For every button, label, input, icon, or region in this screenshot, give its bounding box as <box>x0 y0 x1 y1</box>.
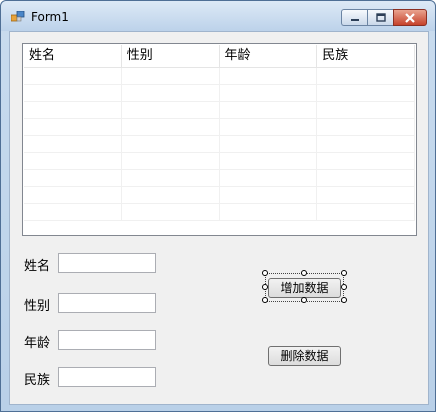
table-cell[interactable] <box>24 102 122 118</box>
table-cell[interactable] <box>122 136 220 152</box>
table-cell[interactable] <box>24 119 122 135</box>
resize-handle[interactable] <box>341 270 347 276</box>
table-row[interactable] <box>24 85 415 102</box>
table-row[interactable] <box>24 170 415 187</box>
table-cell[interactable] <box>317 187 415 203</box>
table-cell[interactable] <box>24 85 122 101</box>
age-label: 年龄 <box>24 336 51 351</box>
maximize-button[interactable] <box>367 9 393 26</box>
table-cell[interactable] <box>122 170 220 186</box>
table-cell[interactable] <box>24 170 122 186</box>
table-row[interactable] <box>24 102 415 119</box>
resize-handle[interactable] <box>341 297 347 303</box>
table-row[interactable] <box>24 136 415 153</box>
resize-handle[interactable] <box>262 297 268 303</box>
table-cell[interactable] <box>220 153 318 169</box>
table-cell[interactable] <box>317 68 415 84</box>
grid-rows <box>24 68 415 221</box>
column-header-name[interactable]: 姓名 <box>24 45 122 67</box>
table-cell[interactable] <box>24 68 122 84</box>
form1-window: Form1 姓名 性别 年龄 民族 姓名 性别 年龄 民族 增加数据 删除数据 <box>0 0 436 412</box>
table-cell[interactable] <box>317 119 415 135</box>
table-cell[interactable] <box>24 187 122 203</box>
minimize-icon <box>342 10 367 25</box>
name-label: 姓名 <box>24 259 51 274</box>
table-cell[interactable] <box>24 136 122 152</box>
form-client-area: 姓名 性别 年龄 民族 姓名 性别 年龄 民族 增加数据 删除数据 <box>9 31 429 405</box>
table-cell[interactable] <box>122 68 220 84</box>
table-cell[interactable] <box>220 187 318 203</box>
table-cell[interactable] <box>122 204 220 220</box>
data-grid-view[interactable]: 姓名 性别 年龄 民族 <box>22 43 417 236</box>
table-row[interactable] <box>24 68 415 85</box>
table-cell[interactable] <box>220 85 318 101</box>
table-cell[interactable] <box>122 187 220 203</box>
resize-handle[interactable] <box>262 270 268 276</box>
grid-header: 姓名 性别 年龄 民族 <box>24 45 415 68</box>
table-cell[interactable] <box>122 153 220 169</box>
resize-handle[interactable] <box>301 297 307 303</box>
maximize-icon <box>368 10 393 25</box>
table-cell[interactable] <box>317 85 415 101</box>
column-header-gender[interactable]: 性别 <box>122 45 220 67</box>
column-header-age[interactable]: 年龄 <box>220 45 318 67</box>
table-cell[interactable] <box>220 68 318 84</box>
ethnicity-input[interactable] <box>58 367 156 387</box>
ethnicity-label: 民族 <box>24 373 51 388</box>
table-cell[interactable] <box>317 102 415 118</box>
table-cell[interactable] <box>122 102 220 118</box>
close-button[interactable] <box>393 9 427 26</box>
title-bar[interactable]: Form1 <box>1 1 435 31</box>
minimize-button[interactable] <box>341 9 367 26</box>
table-cell[interactable] <box>317 204 415 220</box>
table-row[interactable] <box>24 204 415 221</box>
window-title: Form1 <box>31 10 69 24</box>
table-cell[interactable] <box>317 136 415 152</box>
table-cell[interactable] <box>317 170 415 186</box>
age-input[interactable] <box>58 330 156 350</box>
gender-label: 性别 <box>24 299 51 314</box>
close-icon <box>394 10 426 25</box>
table-cell[interactable] <box>122 85 220 101</box>
resize-handle[interactable] <box>341 284 347 290</box>
table-cell[interactable] <box>220 136 318 152</box>
column-header-ethnicity[interactable]: 民族 <box>317 45 415 67</box>
table-cell[interactable] <box>220 119 318 135</box>
table-cell[interactable] <box>220 204 318 220</box>
table-row[interactable] <box>24 119 415 136</box>
caption-buttons <box>341 9 427 27</box>
delete-data-button[interactable]: 删除数据 <box>268 346 341 366</box>
table-cell[interactable] <box>24 153 122 169</box>
table-row[interactable] <box>24 153 415 170</box>
table-cell[interactable] <box>317 153 415 169</box>
name-input[interactable] <box>58 253 156 273</box>
table-cell[interactable] <box>122 119 220 135</box>
gender-input[interactable] <box>58 293 156 313</box>
table-row[interactable] <box>24 187 415 204</box>
resize-handle[interactable] <box>262 284 268 290</box>
resize-handle[interactable] <box>301 270 307 276</box>
table-cell[interactable] <box>220 170 318 186</box>
table-cell[interactable] <box>220 102 318 118</box>
app-icon <box>11 11 25 22</box>
table-cell[interactable] <box>24 204 122 220</box>
